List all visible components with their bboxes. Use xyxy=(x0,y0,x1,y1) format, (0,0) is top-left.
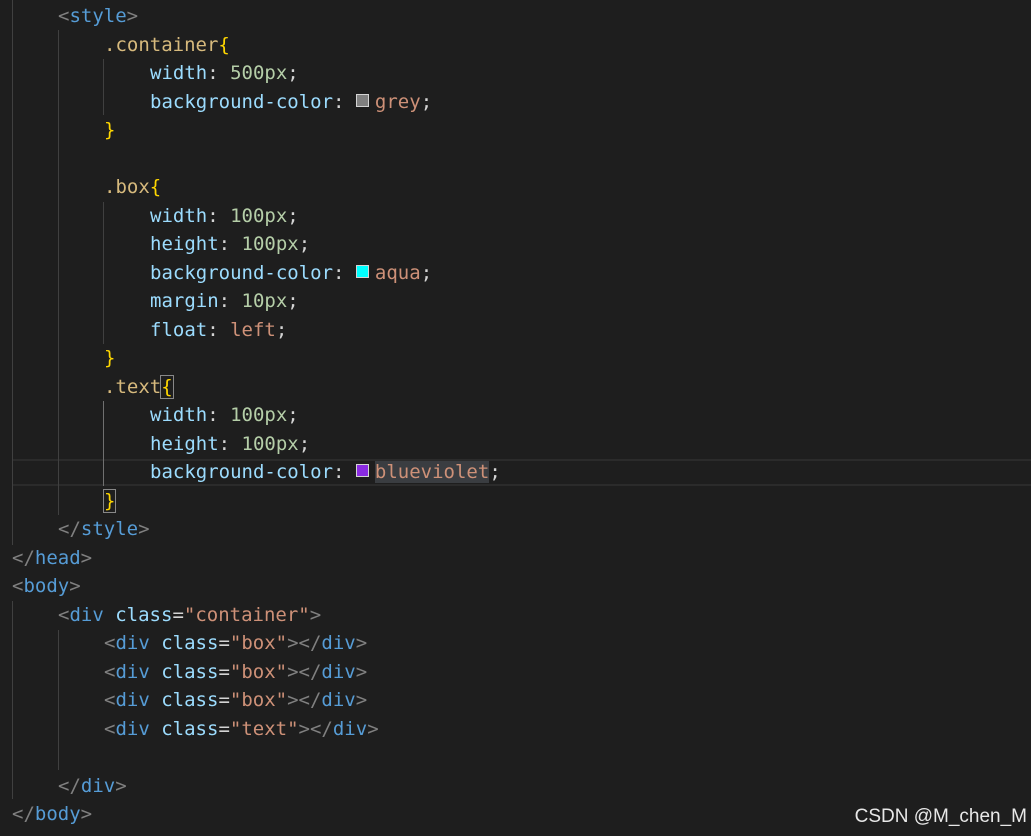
css-property: background-color xyxy=(150,461,334,483)
color-swatch-icon[interactable] xyxy=(355,94,369,107)
attribute-value: "box" xyxy=(229,689,288,711)
code-line[interactable]: } xyxy=(0,116,1031,144)
style-open-tag: style xyxy=(69,5,127,27)
css-value: 100px xyxy=(230,404,288,426)
css-value: grey xyxy=(374,91,421,113)
attribute-value: "text" xyxy=(229,718,299,740)
css-property: background-color xyxy=(150,262,334,284)
css-property: float xyxy=(150,319,208,341)
code-line[interactable]: background-color: blueviolet; xyxy=(0,458,1031,486)
css-property: margin xyxy=(150,290,219,312)
code-line[interactable]: height: 100px; xyxy=(0,230,1031,258)
div-tag: div xyxy=(115,689,150,711)
css-value: 100px xyxy=(241,233,299,255)
code-line[interactable]: } xyxy=(0,487,1031,515)
head-close-tag: head xyxy=(34,547,81,569)
div-tag: div xyxy=(115,632,150,654)
div-tag: div xyxy=(332,718,368,740)
code-line[interactable]: <div class="box"></div> xyxy=(0,658,1031,686)
code-line[interactable]: </head> xyxy=(0,544,1031,572)
code-line[interactable]: height: 100px; xyxy=(0,430,1031,458)
css-value: aqua xyxy=(374,262,421,284)
body-close-tag: body xyxy=(34,803,81,825)
code-editor[interactable]: <style> .container{ width: 500px; backgr… xyxy=(0,0,1031,836)
div-tag: div xyxy=(321,689,356,711)
code-line[interactable]: </style> xyxy=(0,515,1031,543)
code-line[interactable]: <div class="text"></div> xyxy=(0,715,1031,743)
class-attribute: class xyxy=(161,632,219,654)
css-selector: .container xyxy=(104,34,219,56)
css-property: background-color xyxy=(150,91,334,113)
css-property: height xyxy=(150,433,219,455)
code-line[interactable]: background-color: aqua; xyxy=(0,259,1031,287)
matched-brace: } xyxy=(102,489,117,513)
code-line[interactable]: </div> xyxy=(0,772,1031,800)
div-tag: div xyxy=(321,661,356,683)
code-line[interactable]: .container{ xyxy=(0,31,1031,59)
body-open-tag: body xyxy=(23,575,70,597)
css-property: width xyxy=(150,205,208,227)
attribute-value: "box" xyxy=(229,632,288,654)
css-value: 500px xyxy=(230,62,288,84)
code-line[interactable]: <div class="box"></div> xyxy=(0,686,1031,714)
css-property: width xyxy=(150,404,208,426)
matched-brace: { xyxy=(160,375,174,399)
css-value: left xyxy=(230,319,276,341)
code-line[interactable]: float: left; xyxy=(0,316,1031,344)
css-value: 10px xyxy=(241,290,288,312)
attribute-value: "container" xyxy=(183,604,310,626)
class-attribute: class xyxy=(115,604,173,626)
css-value: 100px xyxy=(230,205,288,227)
class-attribute: class xyxy=(161,689,219,711)
div-tag: div xyxy=(115,661,150,683)
code-line[interactable]: background-color: grey; xyxy=(0,88,1031,116)
watermark: CSDN @M_chen_M xyxy=(854,806,1027,827)
code-line[interactable]: <body> xyxy=(0,572,1031,600)
code-line[interactable]: <div class="box"></div> xyxy=(0,629,1031,657)
class-attribute: class xyxy=(161,718,219,740)
class-attribute: class xyxy=(161,661,219,683)
css-selector: .box xyxy=(104,176,150,198)
code-line[interactable]: .box{ xyxy=(0,173,1031,201)
style-close-tag: style xyxy=(80,518,139,540)
code-line[interactable]: width: 100px; xyxy=(0,202,1031,230)
code-line[interactable]: <style> xyxy=(0,2,1031,30)
code-line[interactable]: } xyxy=(0,344,1031,372)
code-line[interactable]: .text{ xyxy=(0,373,1031,401)
css-value: 100px xyxy=(241,433,299,455)
code-line[interactable]: margin: 10px; xyxy=(0,287,1031,315)
css-property: height xyxy=(150,233,219,255)
css-value-highlighted: blueviolet xyxy=(374,461,490,483)
css-property: width xyxy=(150,62,208,84)
attribute-value: "box" xyxy=(229,661,288,683)
code-line[interactable]: width: 500px; xyxy=(0,59,1031,87)
color-swatch-icon[interactable] xyxy=(355,265,369,278)
div-tag: div xyxy=(321,632,356,654)
div-tag: div xyxy=(115,718,150,740)
div-tag: div xyxy=(80,775,116,797)
css-selector: .text xyxy=(104,376,162,398)
code-line[interactable]: <div class="container"> xyxy=(0,601,1031,629)
color-swatch-icon[interactable] xyxy=(355,464,369,477)
code-line[interactable]: width: 100px; xyxy=(0,401,1031,429)
div-tag: div xyxy=(69,604,104,626)
